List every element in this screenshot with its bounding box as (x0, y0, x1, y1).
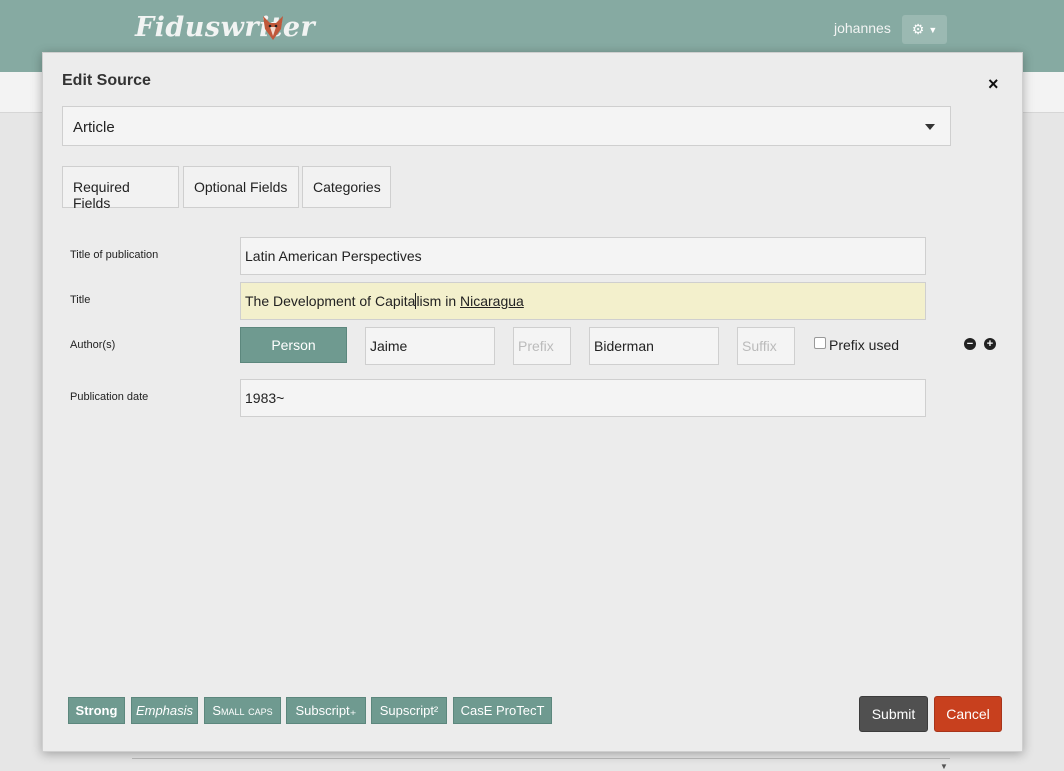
journal-value: Latin American Perspectives (245, 248, 422, 264)
prefix-used-checkbox[interactable] (814, 337, 826, 349)
source-type-value: Article (73, 119, 115, 136)
smallcaps-button[interactable]: Small caps (204, 697, 281, 724)
tab-required-fields[interactable]: Required Fields (62, 166, 179, 211)
tab-categories[interactable]: Categories (302, 166, 391, 208)
journal-input[interactable]: Latin American Perspectives (240, 237, 926, 275)
title-input[interactable]: The Development of Capita lism in Nicarag… (240, 282, 926, 320)
given-name-input[interactable]: Jaime (365, 327, 495, 365)
journal-label: Title of publication (70, 249, 159, 261)
title-label: Title (70, 294, 91, 306)
strong-button[interactable]: Strong (68, 697, 125, 724)
family-name-value: Biderman (594, 338, 654, 354)
author-type-button[interactable]: Person (240, 327, 347, 363)
tab-optional-fields[interactable]: Optional Fields (183, 166, 299, 208)
given-name-value: Jaime (370, 338, 408, 354)
chevron-down-icon: ▼ (928, 24, 938, 35)
supscript-button[interactable]: Supscript² (371, 697, 447, 724)
date-value: 1983~ (245, 390, 285, 406)
remove-circle-icon[interactable]: − (964, 338, 976, 350)
edit-source-dialog: Edit Source × Article Required Fields Op… (42, 52, 1023, 752)
cancel-button[interactable]: Cancel (934, 696, 1002, 732)
prefix-input[interactable]: Prefix (513, 327, 571, 365)
submit-button[interactable]: Submit (859, 696, 928, 732)
emphasis-button[interactable]: Emphasis (131, 697, 198, 724)
fox-logo-icon (263, 16, 283, 40)
date-input[interactable]: 1983~ (240, 379, 926, 417)
title-text-part1: The Development of Capita (245, 293, 416, 309)
subscript-button[interactable]: Subscript₊ (286, 697, 366, 724)
prefix-used-label: Prefix used (829, 337, 900, 353)
username[interactable]: johannes (834, 20, 891, 36)
source-type-select[interactable]: Article (62, 106, 951, 146)
close-icon[interactable]: × (988, 74, 999, 95)
background-dropdown-icon: ▼ (940, 762, 948, 771)
case-protect-button[interactable]: CasE ProTecT (453, 697, 552, 724)
prefix-placeholder: Prefix (518, 338, 554, 354)
background-divider (132, 758, 950, 759)
date-label: Publication date (70, 391, 149, 403)
settings-dropdown-button[interactable]: ⚙ ▼ (902, 15, 947, 44)
authors-label: Author(s) (70, 339, 116, 351)
title-link[interactable]: Nicaragua (460, 293, 524, 309)
family-name-input[interactable]: Biderman (589, 327, 719, 365)
title-text-part2: lism in (416, 293, 460, 309)
suffix-input[interactable]: Suffix (737, 327, 795, 365)
suffix-placeholder: Suffix (742, 338, 777, 354)
add-circle-icon[interactable]: + (984, 338, 996, 350)
dialog-title: Edit Source (62, 72, 151, 89)
app-logo[interactable]: Fiduswriter (135, 12, 315, 43)
gear-icon: ⚙ (911, 21, 925, 37)
chevron-down-icon (925, 124, 935, 130)
